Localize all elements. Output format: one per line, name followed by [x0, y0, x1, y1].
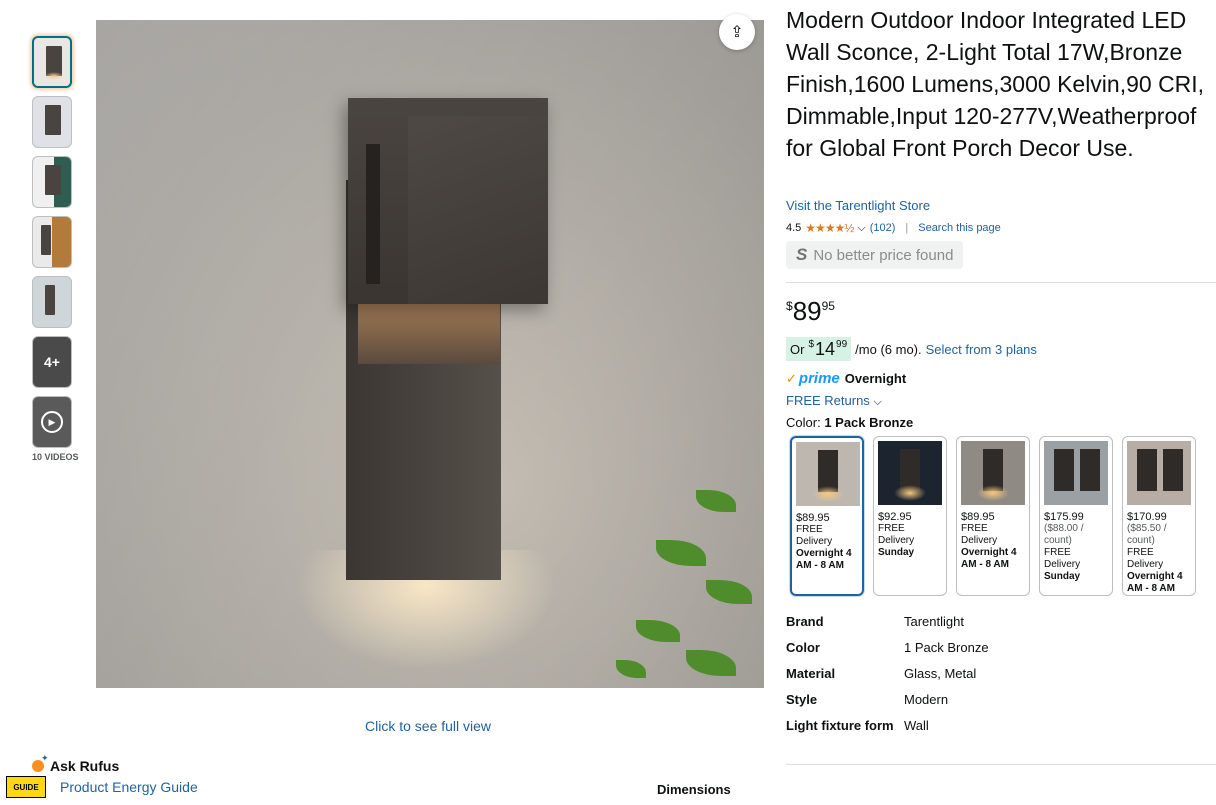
prime-check-icon: ✓ [786, 370, 797, 386]
monthly-whole: 14 [815, 339, 836, 359]
product-specs-table: Brand Tarentlight Color 1 Pack Bronze Ma… [786, 612, 1216, 742]
ask-rufus-button[interactable]: Ask Rufus [32, 753, 120, 774]
swatch-delivery: FREE Delivery [961, 523, 998, 546]
rating-row: 4.5 ★★★★½ ⌵ (102) | Search this page [786, 221, 1001, 235]
chevron-down-icon[interactable]: ⌵ [857, 222, 865, 235]
thumbnail-video[interactable]: ▶ [32, 396, 72, 448]
spec-row: Light fixture form Wall [786, 716, 1216, 742]
review-count-link[interactable]: (102) [870, 222, 896, 234]
swatch-delivery-time: Sunday [878, 547, 915, 558]
swatch-delivery-time: Overnight 4 AM - 8 AM [1127, 571, 1183, 594]
swatch-delivery: FREE Delivery [1127, 547, 1164, 570]
dimensions-heading: Dimensions [657, 782, 731, 797]
share-icon: ⇪ [730, 24, 744, 41]
thumbnail-4[interactable] [32, 216, 72, 268]
thumbnail-more[interactable]: 4+ [32, 336, 72, 388]
color-label: Color: [786, 415, 821, 430]
store-link[interactable]: Visit the Tarentlight Store [786, 198, 930, 213]
swatch-delivery: FREE Delivery [1044, 547, 1081, 570]
monthly-symbol: $ [808, 339, 815, 350]
energy-guide-link[interactable]: Product Energy Guide [60, 779, 198, 795]
spec-row: Brand Tarentlight [786, 612, 1216, 638]
spec-key: Light fixture form [786, 718, 894, 733]
price-tracker-icon: S [796, 245, 808, 264]
price-tracker-badge: S No better price found [786, 241, 964, 269]
monthly-suffix: /mo (6 mo). [855, 341, 922, 357]
ask-rufus-label: Ask Rufus [50, 758, 120, 774]
color-value: 1 Pack Bronze [824, 415, 914, 430]
thumbnail-5[interactable] [32, 276, 72, 328]
swatch-price: $89.95 [961, 511, 995, 523]
energy-guide-badge: GUIDE [6, 776, 46, 798]
price: $ 89 95 [786, 296, 835, 326]
product-title: Modern Outdoor Indoor Integrated LED Wal… [786, 7, 1205, 161]
prime-delivery: ✓ prime Overnight [786, 370, 906, 387]
swatch-delivery-time: Sunday [1044, 571, 1081, 582]
free-returns-label: FREE Returns [786, 393, 870, 408]
spec-row: Color 1 Pack Bronze [786, 638, 1216, 664]
no-better-price-text: No better price found [813, 246, 954, 264]
thumbnail-3[interactable] [32, 156, 72, 208]
thumbnail-strip: 4+ ▶ 10 VIDEOS [32, 36, 79, 462]
spec-value: Glass, Metal [904, 666, 977, 681]
swatch-delivery: FREE Delivery [878, 523, 915, 546]
swatch-unit-price: ($85.50 / count) [1127, 523, 1167, 546]
free-returns-link[interactable]: FREE Returns ⌵ [786, 393, 882, 409]
search-page-link[interactable]: Search this page [918, 222, 1001, 234]
prime-logo: prime [798, 370, 840, 387]
chevron-down-icon: ⌵ [873, 396, 882, 408]
swatch-delivery: FREE Delivery [796, 524, 833, 547]
swatch-price: $92.95 [878, 511, 912, 523]
spec-value: 1 Pack Bronze [904, 640, 989, 655]
spec-row: Style Modern [786, 690, 1216, 716]
divider: | [905, 222, 909, 234]
swatch-option[interactable]: $89.95 FREE Delivery Overnight 4 AM - 8 … [790, 436, 864, 596]
main-product-image[interactable] [96, 20, 764, 688]
spec-key: Color [786, 640, 820, 655]
more-count: 4+ [44, 354, 60, 370]
spec-value: Modern [904, 692, 949, 707]
swatch-option[interactable]: $170.99 ($85.50 / count) FREE Delivery O… [1122, 436, 1196, 596]
select-plans-link[interactable]: Select from 3 plans [926, 342, 1037, 357]
price-symbol: $ [786, 299, 793, 313]
swatch-option[interactable]: $92.95 FREE Delivery Sunday [873, 436, 947, 596]
rufus-icon [32, 753, 49, 772]
spec-row: Material Glass, Metal [786, 664, 1216, 690]
swatch-unit-price: ($88.00 / count) [1044, 523, 1084, 546]
price-whole: 89 [792, 296, 822, 326]
share-button[interactable]: ⇪ [719, 14, 755, 50]
play-icon: ▶ [41, 411, 63, 433]
monthly-fraction: 99 [836, 339, 848, 350]
thumbnail-2[interactable] [32, 96, 72, 148]
swatch-option[interactable]: $89.95 FREE Delivery Overnight 4 AM - 8 … [956, 436, 1030, 596]
swatch-price: $89.95 [796, 512, 830, 524]
spec-key: Style [786, 692, 818, 707]
videos-label: 10 VIDEOS [32, 452, 79, 462]
rating-value: 4.5 [786, 222, 802, 234]
price-fraction: 95 [821, 299, 835, 313]
swatch-option[interactable]: $175.99 ($88.00 / count) FREE Delivery S… [1039, 436, 1113, 596]
color-swatches: $89.95 FREE Delivery Overnight 4 AM - 8 … [790, 436, 1196, 596]
swatch-price: $170.99 [1127, 511, 1167, 523]
swatch-delivery-time: Overnight 4 AM - 8 AM [796, 548, 852, 571]
spec-key: Material [786, 666, 836, 681]
thumbnail-1[interactable] [32, 36, 72, 88]
swatch-delivery-time: Overnight 4 AM - 8 AM [961, 547, 1017, 570]
prime-delivery-speed: Overnight [844, 371, 907, 386]
swatch-price: $175.99 [1044, 511, 1084, 523]
star-rating-icon[interactable]: ★★★★½ [805, 221, 854, 235]
energy-guide: GUIDE Product Energy Guide [6, 776, 198, 798]
full-view-link[interactable]: Click to see full view [365, 718, 491, 734]
monthly-payment: Or $ 14 99 /mo (6 mo). Select from 3 pla… [786, 337, 1037, 361]
spec-key: Brand [786, 614, 824, 629]
color-selection-label: Color: 1 Pack Bronze [786, 415, 913, 430]
spec-value: Wall [904, 718, 929, 733]
spec-value: Tarentlight [904, 614, 964, 629]
monthly-or: Or [790, 342, 805, 357]
